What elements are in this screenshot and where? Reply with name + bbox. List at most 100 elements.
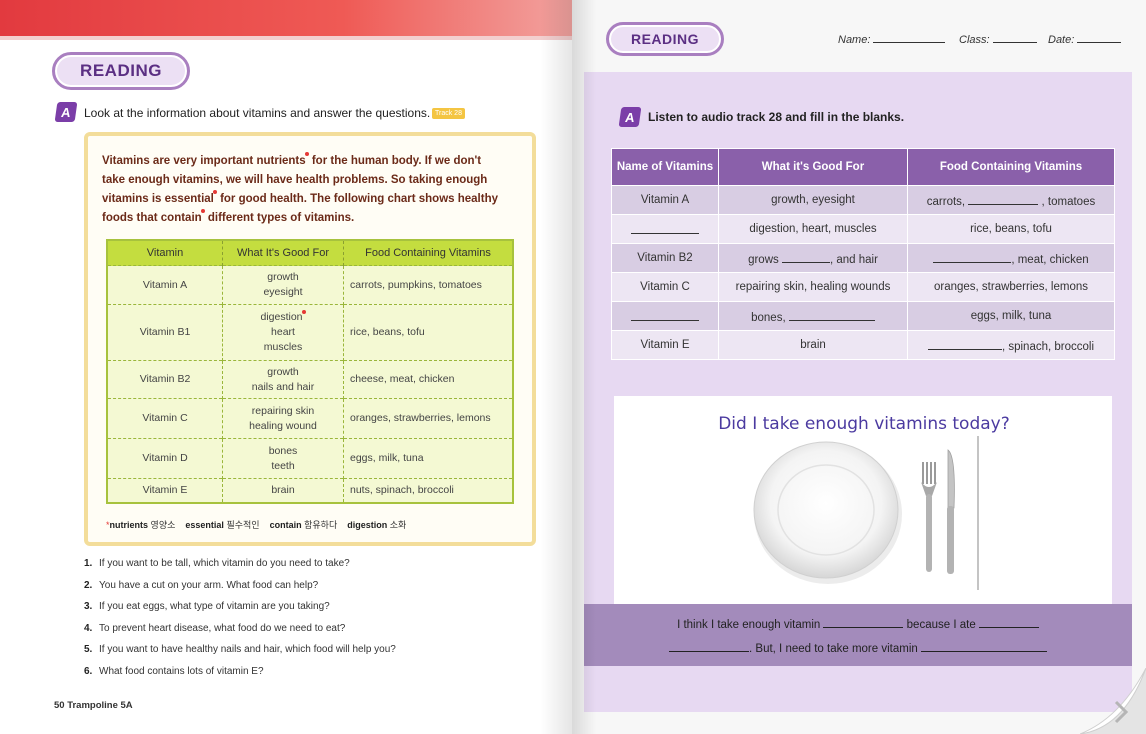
food-cell: oranges, strawberries, lemons: [907, 272, 1115, 302]
vitamin-cell: Vitamin B2: [611, 243, 719, 273]
good-for-item: muscles: [263, 341, 303, 353]
vitamin-cell: Vitamin A: [107, 265, 223, 305]
vitamin-cell: Vitamin A: [611, 185, 719, 215]
question-text: If you eat eggs, what type of vitamin ar…: [99, 601, 330, 612]
vitamin-cell: Vitamin E: [107, 478, 223, 503]
food-cell: rice, beans, tofu: [343, 304, 514, 361]
good-for-cell: brain: [718, 330, 908, 360]
summary-text: because I ate: [903, 619, 979, 631]
summary-line-1: I think I take enough vitamin because I …: [584, 616, 1132, 631]
left-page: READING A Look at the information about …: [0, 0, 572, 734]
food-cell: oranges, strawberries, lemons: [343, 398, 514, 439]
good-for-item: repairing skin: [251, 404, 315, 417]
good-for-cell: growth, eyesight: [718, 185, 908, 215]
food-cell: , spinach, broccoli: [907, 330, 1115, 360]
question-text: You have a cut on your arm. What food ca…: [99, 579, 319, 591]
blank-line[interactable]: [968, 193, 1039, 205]
blank-line[interactable]: [823, 616, 904, 628]
food-cell: carrots, , tomatoes: [907, 185, 1115, 215]
cell-text: , meat, chicken: [1011, 253, 1089, 266]
class-input-line[interactable]: [992, 32, 1037, 43]
table-row: Vitamin B2 grows , and hair , meat, chic…: [611, 243, 1115, 273]
food-cell: eggs, milk, tuna: [907, 301, 1115, 331]
food-cell: , meat, chicken: [907, 243, 1115, 273]
good-for-cell: bones,: [718, 301, 908, 331]
good-for-item: brain: [271, 483, 295, 496]
question-item: 5. If you want to have healthy nails and …: [84, 644, 524, 666]
blank-line[interactable]: [631, 222, 699, 234]
class-field: Class:: [959, 32, 1037, 46]
table-header: Vitamin: [107, 240, 223, 266]
table-header: Name of Vitamins: [611, 148, 719, 186]
name-field: Name:: [838, 32, 946, 46]
good-for-cell: brain: [222, 478, 344, 503]
fill-in-table: Name of Vitamins What it's Good For Food…: [611, 148, 1115, 360]
question-number: 2.: [84, 579, 93, 591]
plate-icon: [753, 441, 899, 579]
date-field: Date:: [1048, 32, 1122, 46]
blank-line[interactable]: [927, 338, 1002, 350]
fork-icon: [921, 462, 937, 572]
blank-line[interactable]: [788, 309, 875, 321]
good-for-item: healing wound: [249, 419, 317, 432]
blank-line[interactable]: [920, 640, 1047, 652]
glossary-word: contain: [269, 520, 302, 530]
food-cell: rice, beans, tofu: [907, 214, 1115, 244]
vitamin-cell: Vitamin C: [107, 398, 223, 439]
vitamin-cell: [611, 301, 719, 331]
blank-line[interactable]: [978, 616, 1039, 628]
summary-band: I think I take enough vitamin because I …: [584, 604, 1132, 666]
glossary: *nutrients 영양소 essential 필수적인 contain 함유…: [106, 518, 406, 531]
good-for-cell: bones teeth: [222, 438, 344, 479]
date-input-line[interactable]: [1077, 32, 1122, 43]
plate-illustration: [753, 436, 979, 590]
question-number: 6.: [84, 665, 93, 677]
audio-track-button[interactable]: Track 28: [432, 108, 465, 119]
date-label: Date:: [1048, 34, 1075, 46]
class-label: Class:: [959, 34, 990, 46]
table-header: Food Containing Vitamins: [343, 240, 514, 266]
food-cell: nuts, spinach, broccoli: [343, 478, 514, 503]
blank-line[interactable]: [631, 309, 699, 321]
question-item: 3. If you eat eggs, what type of vitamin …: [84, 601, 524, 623]
table-row: Vitamin C repairing skin healing wound or…: [107, 398, 514, 439]
name-input-line[interactable]: [873, 32, 946, 43]
good-for-item: heart: [271, 326, 295, 338]
good-for-cell: repairing skin healing wound: [222, 398, 344, 439]
glossary-meaning: 필수적인: [226, 520, 260, 530]
glossary-word: digestion: [347, 520, 388, 530]
cell-text: carrots,: [926, 195, 969, 208]
blank-line[interactable]: [781, 251, 830, 263]
para-part: Vitamins are very important nutrients: [102, 155, 306, 167]
vitamin-cell: Vitamin B2: [107, 360, 223, 399]
vitamin-info-table: Vitamin What It's Good For Food Containi…: [106, 239, 514, 504]
cell-text: bones,: [751, 311, 789, 324]
table-row: Vitamin B2 growth nails and hair cheese, …: [107, 360, 514, 399]
question-item: 4. To prevent heart disease, what food do…: [84, 623, 524, 645]
good-for-cell: digestion, heart, muscles: [718, 214, 908, 244]
summary-text: . But, I need to take more vitamin: [749, 643, 921, 655]
food-cell: cheese, meat, chicken: [343, 360, 514, 399]
blank-line[interactable]: [669, 640, 750, 652]
good-for-item: eyesight: [263, 286, 303, 298]
instruction-text: Listen to audio track 28 and fill in the…: [648, 110, 905, 124]
instruction-text: Look at the information about vitamins a…: [84, 106, 431, 120]
page-footer: 50 Trampoline 5A: [54, 700, 133, 711]
vitamin-cell: [611, 214, 719, 244]
good-for-cell: grows , and hair: [718, 243, 908, 273]
table-row: Vitamin C repairing skin, healing wounds…: [611, 272, 1115, 302]
summary-text: I think I take enough vitamin: [677, 619, 824, 631]
next-page-button[interactable]: [1080, 668, 1146, 734]
reading-section-label: READING: [606, 22, 724, 56]
table-header: What it's Good For: [718, 148, 908, 186]
food-cell: carrots, pumpkins, tomatoes: [343, 265, 514, 305]
vitamin-cell: Vitamin D: [107, 438, 223, 479]
table-header: What It's Good For: [222, 240, 344, 266]
good-for-item: growth: [267, 365, 299, 378]
blank-line[interactable]: [933, 251, 1012, 263]
good-for-item: growth: [267, 271, 299, 283]
vocab-marker-icon: [301, 310, 306, 314]
glossary-meaning: 소화: [389, 520, 407, 530]
section-a-badge: A: [618, 107, 642, 127]
info-box: Vitamins are very important nutrients fo…: [84, 132, 536, 546]
